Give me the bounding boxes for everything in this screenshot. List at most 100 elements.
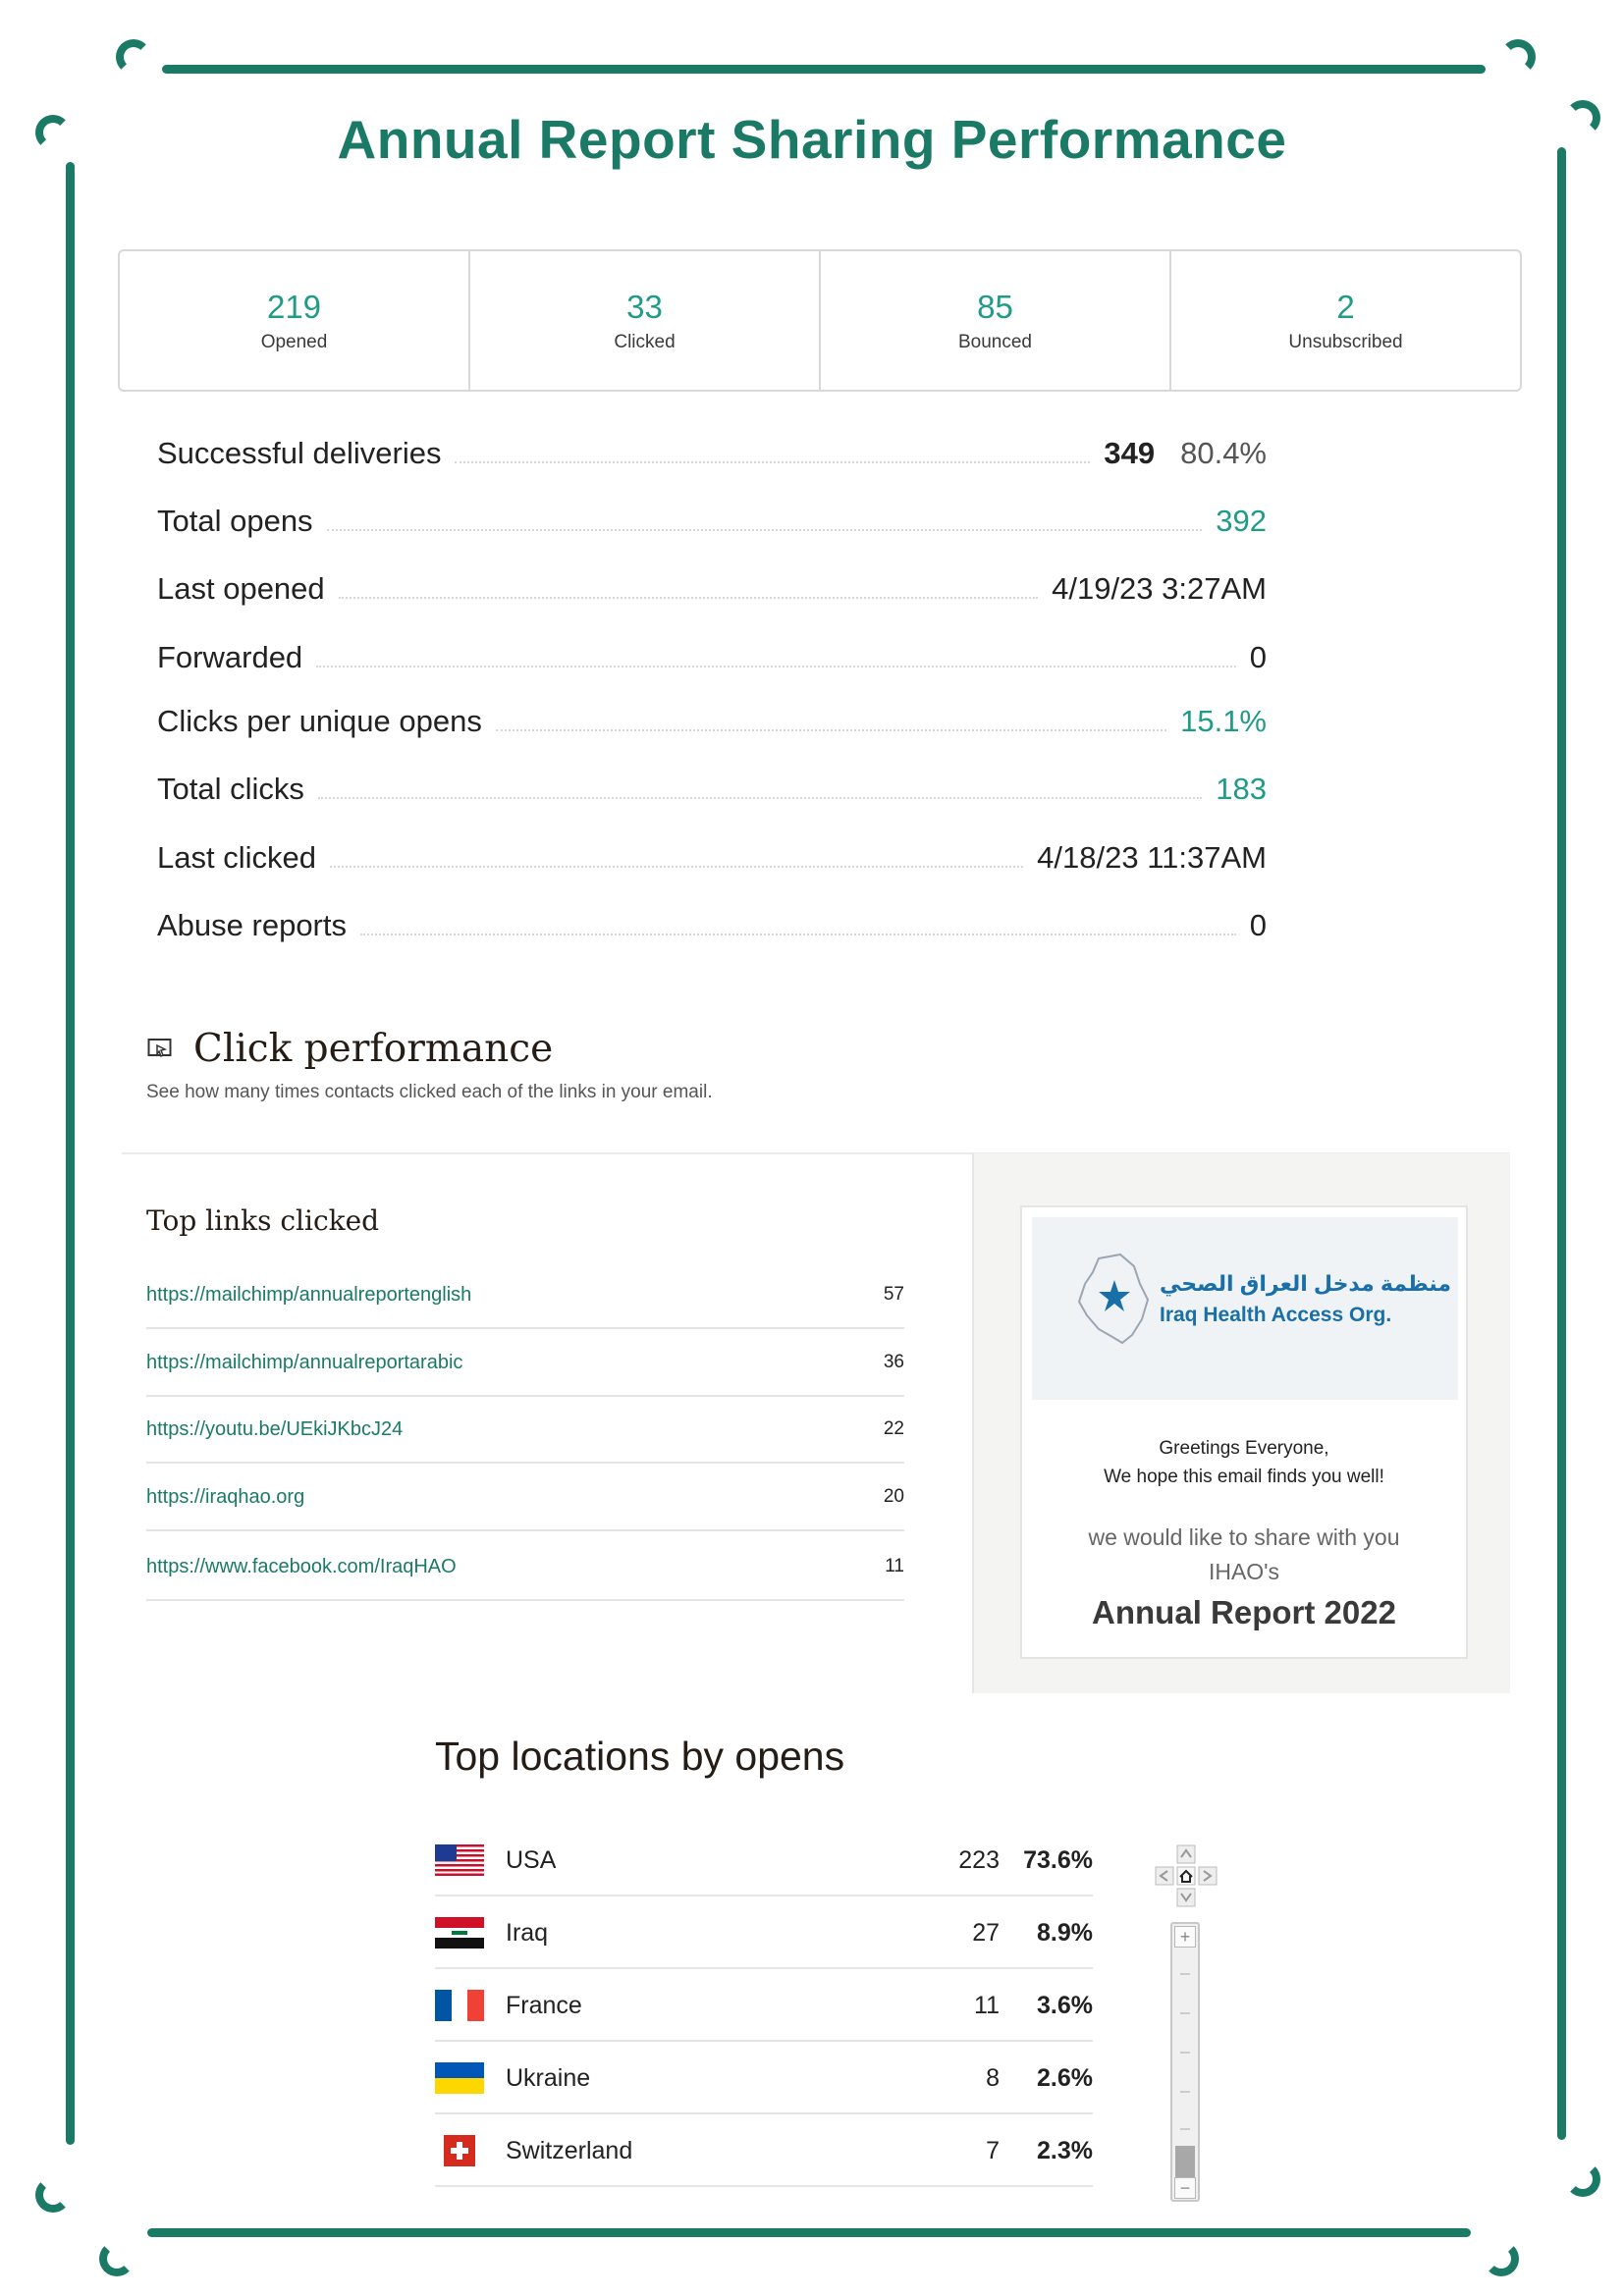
click-performance-icon	[147, 1039, 172, 1058]
detail-value[interactable]: 183	[1216, 772, 1267, 807]
location-country: France	[506, 1991, 582, 2019]
stat-bounced[interactable]: 85 Bounced	[821, 251, 1171, 390]
dotted-leader	[326, 529, 1203, 531]
detail-label: Total clicks	[157, 772, 304, 806]
delivery-percent: 80.4%	[1180, 436, 1267, 470]
frame-curl-ornament	[116, 39, 151, 75]
email-header-banner: منظمة مدخل العراق الصحي Iraq Health Acce…	[1032, 1217, 1458, 1400]
location-percent: 2.6%	[1037, 2063, 1093, 2092]
zoom-tick	[1180, 1973, 1190, 1975]
location-count: 223	[958, 1845, 1000, 1874]
detail-label: Total opens	[157, 504, 313, 538]
location-row: Ukraine 8 2.6%	[435, 2044, 1093, 2114]
stat-clicked[interactable]: 33 Clicked	[470, 251, 821, 390]
frame-left-border	[66, 162, 75, 2145]
dotted-leader	[316, 666, 1236, 667]
detail-value: 349 80.4%	[1104, 436, 1267, 471]
detail-value: 0	[1249, 908, 1267, 942]
detail-row-abuse-reports: Abuse reports 0	[157, 898, 1267, 943]
frame-top-border	[162, 65, 1486, 74]
detail-label: Successful deliveries	[157, 436, 442, 470]
email-org-line: IHAO's	[1208, 1559, 1280, 1584]
link-row: https://youtu.be/UEkiJKbcJ24 22	[146, 1397, 904, 1464]
location-row: France 11 3.6%	[435, 1971, 1093, 2042]
zoom-tick	[1180, 2091, 1190, 2093]
zoom-slider-thumb[interactable]	[1175, 2146, 1195, 2179]
detail-label: Clicks per unique opens	[157, 704, 482, 738]
detail-label: Last opened	[157, 571, 325, 606]
location-count: 11	[974, 1991, 1000, 2019]
detail-label: Forwarded	[157, 640, 303, 674]
link-url[interactable]: https://mailchimp/annualreportenglish	[146, 1284, 471, 1307]
email-share-line: we would like to share with you	[1088, 1524, 1400, 1550]
location-row: Switzerland 7 2.3%	[435, 2116, 1093, 2187]
stat-unsubscribed[interactable]: 2 Unsubscribed	[1171, 251, 1520, 390]
link-row: https://iraqhao.org 20	[146, 1465, 904, 1531]
location-percent: 73.6%	[1023, 1845, 1093, 1874]
detail-row-total-opens: Total opens 392	[157, 494, 1267, 539]
dotted-leader	[329, 866, 1024, 868]
zoom-tick	[1180, 2128, 1190, 2130]
frame-curl-ornament	[1565, 2162, 1600, 2197]
link-row: https://mailchimp/annualreportenglish 57	[146, 1262, 904, 1329]
detail-row-forwarded: Forwarded 0	[157, 630, 1267, 675]
iraq-map-logo-icon	[1077, 1253, 1150, 1345]
logo-english-text: Iraq Health Access Org.	[1160, 1304, 1392, 1326]
zoom-in-icon[interactable]: +	[1174, 1926, 1196, 1948]
location-count: 7	[986, 2136, 1000, 2164]
location-percent: 8.9%	[1037, 1918, 1093, 1947]
link-click-count: 57	[883, 1284, 904, 1305]
link-row: https://mailchimp/annualreportarabic 36	[146, 1330, 904, 1397]
frame-bottom-border	[147, 2228, 1471, 2237]
email-greeting: Greetings Everyone,	[1159, 1438, 1329, 1459]
dotted-leader	[338, 597, 1039, 599]
email-report-title: Annual Report 2022	[1092, 1594, 1396, 1630]
zoom-out-icon[interactable]: −	[1174, 2177, 1196, 2199]
detail-row-last-clicked: Last clicked 4/18/23 11:37AM	[157, 830, 1267, 876]
detail-row-clicks-per-unique-opens: Clicks per unique opens 15.1%	[157, 694, 1267, 739]
stat-value: 219	[266, 289, 322, 325]
frame-curl-ornament	[1500, 39, 1536, 75]
email-preview[interactable]: منظمة مدخل العراق الصحي Iraq Health Acce…	[1020, 1205, 1468, 1659]
email-greeting-line2: We hope this email finds you well!	[1104, 1467, 1384, 1487]
detail-value: 15.1%	[1180, 704, 1267, 738]
link-click-count: 20	[883, 1486, 904, 1507]
zoom-tick	[1180, 2052, 1190, 2054]
link-url[interactable]: https://youtu.be/UEkiJKbcJ24	[146, 1418, 403, 1441]
stat-label: Clicked	[614, 332, 676, 352]
click-performance-title: Click performance	[193, 1027, 554, 1071]
link-url[interactable]: https://www.facebook.com/IraqHAO	[146, 1556, 457, 1578]
detail-row-successful-deliveries: Successful deliveries 349 80.4%	[157, 426, 1267, 471]
location-count: 27	[972, 1918, 1000, 1947]
dotted-leader	[495, 729, 1167, 731]
frame-curl-ornament	[35, 2177, 71, 2213]
detail-value: 0	[1249, 640, 1267, 674]
location-country: Ukraine	[506, 2063, 591, 2092]
stat-label: Opened	[260, 332, 328, 352]
location-percent: 2.3%	[1037, 2136, 1093, 2164]
click-performance-subtitle: See how many times contacts clicked each…	[146, 1082, 713, 1102]
location-percent: 3.6%	[1037, 1991, 1093, 2019]
stat-value: 85	[977, 289, 1013, 325]
link-url[interactable]: https://mailchimp/annualreportarabic	[146, 1352, 462, 1374]
stat-value: 2	[1336, 289, 1355, 325]
stat-value: 33	[626, 289, 663, 325]
location-count: 8	[986, 2063, 1000, 2092]
zoom-tick	[1180, 2012, 1190, 2014]
detail-row-last-opened: Last opened 4/19/23 3:27AM	[157, 561, 1267, 607]
map-zoom-slider[interactable]: + −	[1170, 1922, 1200, 2202]
location-row: USA 223 73.6%	[435, 1826, 1093, 1896]
stat-opened[interactable]: 219 Opened	[120, 251, 470, 390]
page-title: Annual Report Sharing Performance	[337, 109, 1287, 170]
detail-label: Abuse reports	[157, 908, 347, 942]
map-pan-control[interactable]	[1154, 1843, 1218, 1908]
link-click-count: 11	[885, 1556, 904, 1576]
france-flag-icon	[435, 1990, 484, 2021]
detail-value: 4/18/23 11:37AM	[1037, 840, 1267, 875]
dotted-leader	[360, 934, 1236, 935]
frame-curl-ornament	[99, 2241, 135, 2276]
detail-value[interactable]: 392	[1216, 504, 1267, 539]
link-row: https://www.facebook.com/IraqHAO 11	[146, 1534, 904, 1601]
stat-label: Bounced	[957, 332, 1032, 352]
link-url[interactable]: https://iraqhao.org	[146, 1486, 304, 1509]
